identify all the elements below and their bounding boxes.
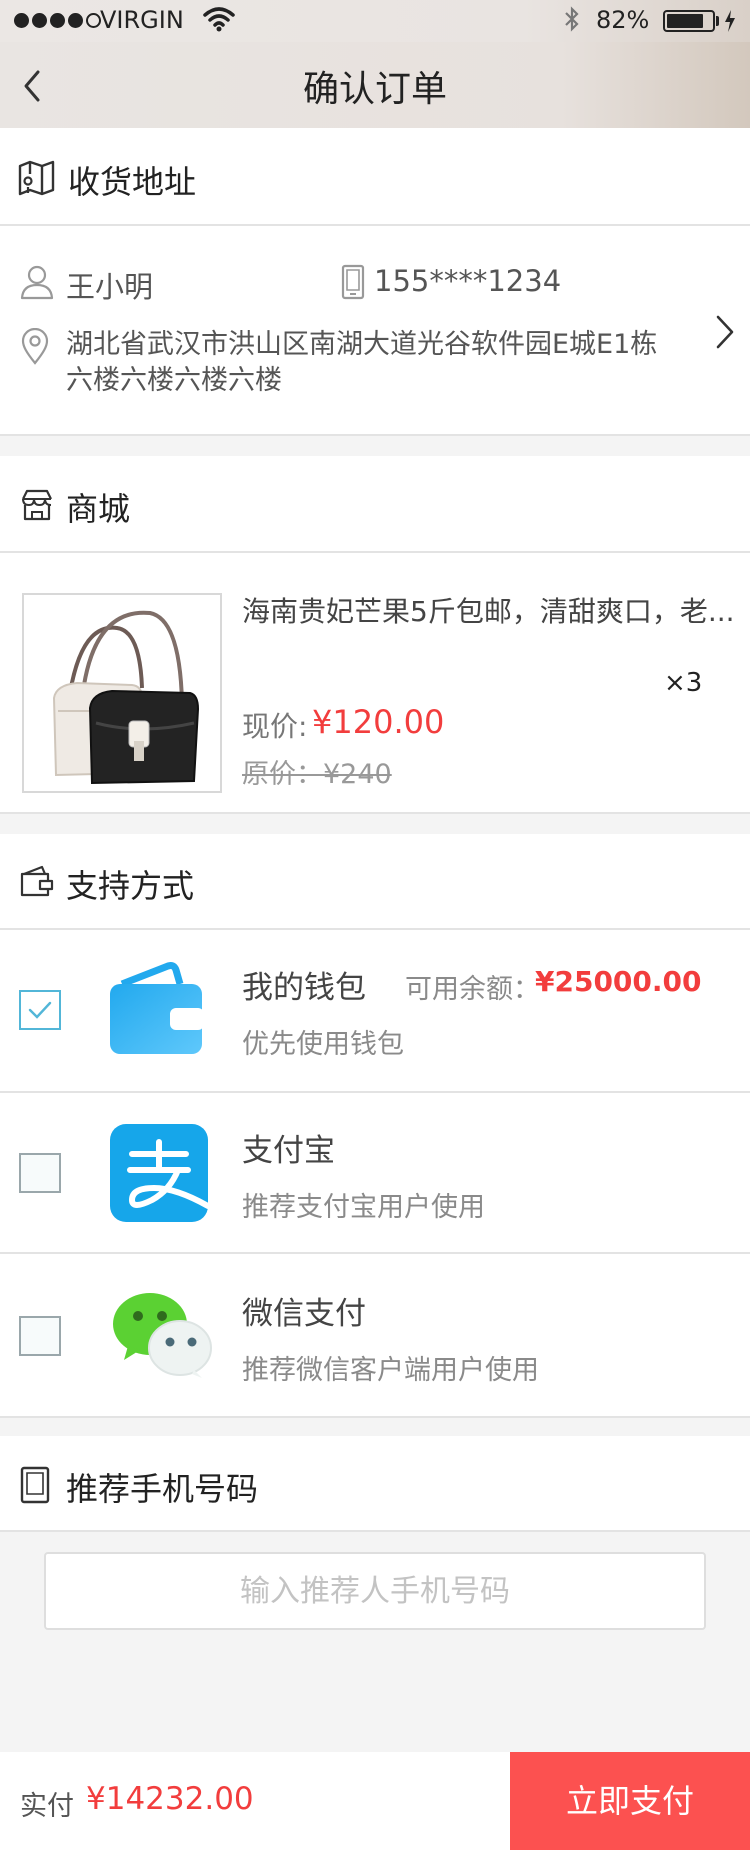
wallet-balance-label: 可用余额：	[405, 974, 540, 1005]
wallet-balance: ¥25000.00	[535, 965, 702, 998]
charging-icon	[725, 10, 735, 32]
battery-icon	[663, 10, 715, 32]
wifi-icon	[203, 7, 235, 32]
location-pin-icon	[21, 328, 49, 365]
alipay-method-name: 支付宝	[242, 1133, 335, 1169]
status-bar: VIRGIN 82%	[0, 0, 750, 42]
wallet-method-name: 我的钱包	[242, 970, 366, 1006]
divider	[0, 812, 750, 814]
wallet-checkbox[interactable]	[19, 990, 61, 1030]
divider	[0, 1416, 750, 1418]
signal-strength-icon	[14, 13, 101, 28]
footer-bar	[0, 1752, 510, 1850]
map-icon	[18, 160, 55, 196]
pay-now-button[interactable]: 立即支付	[510, 1752, 750, 1850]
phone-icon	[341, 264, 365, 300]
address-line-2: 六楼六楼六楼六楼	[66, 365, 282, 396]
total-amount: ¥14232.00	[86, 1781, 254, 1817]
carrier-label: VIRGIN	[100, 6, 184, 34]
wechat-method-name: 微信支付	[242, 1296, 366, 1332]
recipient-name: 王小明	[66, 270, 154, 304]
referrer-section-title: 推荐手机号码	[66, 1470, 259, 1508]
alipay-method-desc: 推荐支付宝用户使用	[242, 1192, 485, 1223]
chevron-right-icon[interactable]	[712, 314, 738, 350]
mobile-icon	[20, 1466, 50, 1504]
battery-tip	[716, 16, 719, 26]
wechat-method-desc: 推荐微信客户端用户使用	[242, 1355, 539, 1386]
alipay-checkbox[interactable]	[19, 1153, 61, 1193]
wallet-method-desc: 优先使用钱包	[242, 1029, 404, 1060]
shop-section-title: 商城	[66, 490, 131, 528]
product-name[interactable]: 海南贵妃芒果5斤包邮，清甜爽口，老...	[242, 590, 732, 630]
checkmark-icon	[28, 1001, 52, 1019]
total-label: 实付	[20, 1791, 74, 1822]
store-icon	[22, 489, 52, 521]
address-section-title: 收货地址	[68, 163, 197, 201]
divider	[0, 1530, 750, 1532]
wallet-icon	[20, 865, 54, 897]
payment-section-title: 支持方式	[66, 867, 195, 905]
page-title: 确认订单	[302, 69, 447, 110]
current-price-label: 现价:	[242, 710, 308, 743]
wallet-app-icon	[110, 962, 204, 1054]
person-icon	[20, 265, 54, 300]
recipient-phone: 155****1234	[374, 264, 562, 298]
current-price: ¥120.00	[312, 703, 445, 741]
alipay-app-icon	[110, 1124, 208, 1222]
original-price: 原价：¥240	[242, 759, 392, 790]
divider	[0, 434, 750, 436]
battery-percent: 82%	[596, 6, 650, 34]
divider	[0, 551, 750, 553]
wechat-checkbox[interactable]	[19, 1316, 61, 1356]
wechat-app-icon	[113, 1293, 212, 1378]
address-line-1: 湖北省武汉市洪山区南湖大道光谷软件园E城E1栋	[66, 329, 658, 360]
quantity-label: ×3	[664, 668, 703, 698]
product-image[interactable]	[22, 593, 222, 793]
referrer-phone-input[interactable]	[44, 1552, 706, 1630]
bluetooth-icon	[565, 6, 579, 32]
